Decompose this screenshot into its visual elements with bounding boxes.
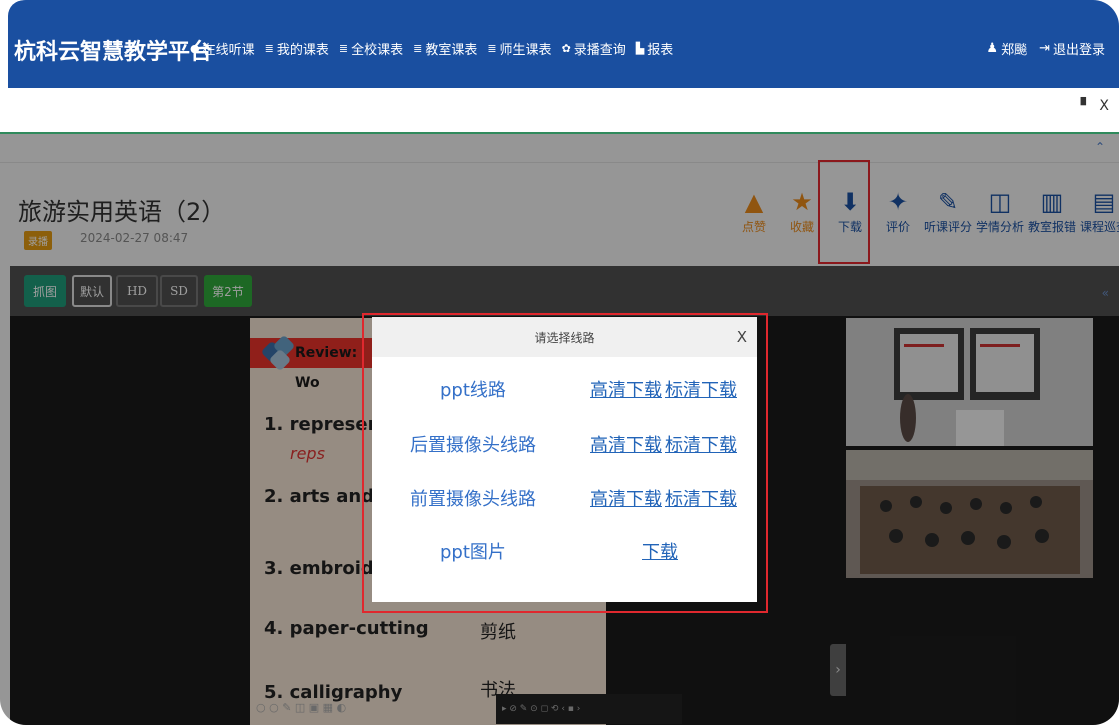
dialog-header: 请选择线路 X	[372, 317, 757, 357]
route-rear-camera-label: 后置摄像头线路	[410, 435, 536, 456]
nav-online-class[interactable]: ● 在线听课	[190, 39, 255, 58]
logout-label: 退出登录	[1052, 43, 1105, 58]
route-select-dialog: 请选择线路 X ppt线路 高清下载 标清下载 后置摄像头线路 高清下载 标清下…	[372, 317, 757, 602]
window-controls-bar: ▘ X	[0, 88, 1119, 132]
list-icon: ≣	[338, 42, 349, 55]
dialog-title: 请选择线路	[534, 331, 595, 345]
nav-label: 我的课表	[276, 43, 329, 58]
brand-title: 杭科云智慧教学平台	[14, 40, 213, 65]
user-name: 郑飈	[1001, 43, 1028, 58]
ppt-hd-download-link[interactable]: 高清下载	[590, 376, 662, 402]
close-window-button[interactable]: X	[1099, 98, 1109, 114]
nav-label: 报表	[647, 43, 674, 58]
play-circle-icon: ●	[190, 42, 200, 55]
nav-label: 全校课表	[351, 43, 404, 58]
nav-label: 教室课表	[425, 43, 478, 58]
front-camera-hd-download-link[interactable]: 高清下载	[590, 485, 662, 511]
nav-my-schedule[interactable]: ≣ 我的课表	[265, 39, 329, 58]
front-camera-sd-download-link[interactable]: 标清下载	[665, 485, 737, 511]
nav-label: 录播查询	[573, 43, 626, 58]
nav-teacher-student-schedule[interactable]: ≣ 师生课表	[487, 39, 551, 58]
logout-icon: ⇥	[1039, 41, 1050, 56]
user-area: ♟ 郑飈 ⇥ 退出登录	[986, 39, 1105, 58]
nav-label: 在线听课	[202, 43, 255, 58]
list-icon: ≣	[413, 42, 423, 55]
ppt-sd-download-link[interactable]: 标清下载	[665, 376, 737, 402]
gear-icon: ✿	[561, 42, 571, 55]
route-ppt-images-label: ppt图片	[440, 542, 506, 563]
route-front-camera-label: 前置摄像头线路	[410, 489, 536, 510]
nav-label: 师生课表	[499, 43, 552, 58]
close-icon[interactable]: X	[737, 328, 747, 346]
nav-recording-query[interactable]: ✿ 录播查询	[562, 39, 626, 58]
user-icon: ♟	[986, 41, 999, 56]
ppt-images-download-link[interactable]: 下载	[642, 538, 678, 564]
nav-reports[interactable]: ▙ 报表	[636, 39, 673, 58]
route-ppt-label: ppt线路	[440, 380, 506, 401]
list-icon: ≣	[487, 42, 497, 55]
nav-school-schedule[interactable]: ≣ 全校课表	[339, 39, 403, 58]
list-icon: ≣	[264, 42, 274, 55]
app-window: 杭科云智慧教学平台 ● 在线听课 ≣ 我的课表 ≣ 全校课表 ≣ 教室课表 ≣ 师生课表 …	[0, 0, 1119, 725]
top-navbar: 杭科云智慧教学平台 ● 在线听课 ≣ 我的课表 ≣ 全校课表 ≣ 教室课表 ≣ 师生课表 …	[8, 0, 1119, 88]
chart-icon: ▙	[635, 42, 645, 55]
nav-classroom-schedule[interactable]: ≣ 教室课表	[413, 39, 477, 58]
pin-icon[interactable]: ▘	[1081, 98, 1092, 114]
rear-camera-sd-download-link[interactable]: 标清下载	[665, 431, 737, 457]
rear-camera-hd-download-link[interactable]: 高清下载	[590, 431, 662, 457]
logout-button[interactable]: ⇥ 退出登录	[1039, 39, 1105, 58]
main-nav: ● 在线听课 ≣ 我的课表 ≣ 全校课表 ≣ 教室课表 ≣ 师生课表 ✿ 录播查询 ▙ 报表	[190, 39, 673, 58]
user-menu[interactable]: ♟ 郑飈	[986, 39, 1027, 58]
